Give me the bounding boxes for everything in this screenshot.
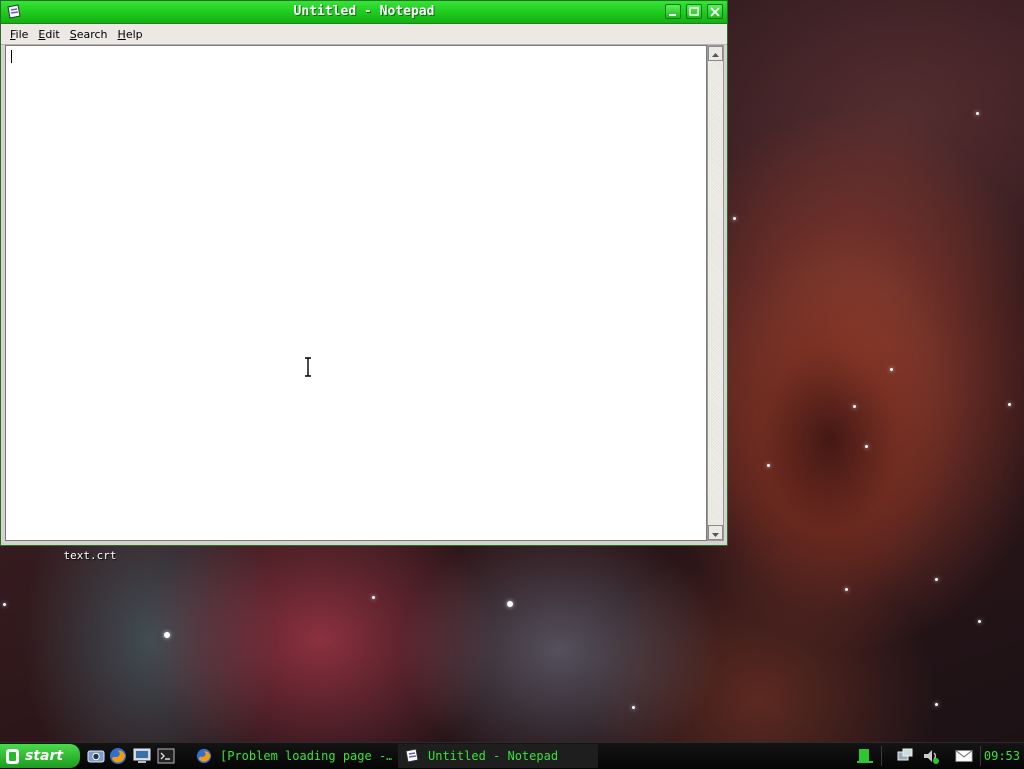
star <box>845 588 848 591</box>
text-editor-area[interactable] <box>5 45 707 541</box>
workspace-indicator-icon[interactable] <box>856 747 874 765</box>
firefox-icon <box>196 748 212 764</box>
title-bar[interactable]: Untitled - Notepad <box>1 1 727 24</box>
volume-icon[interactable] <box>922 747 940 765</box>
task-label: [Problem loading page -… <box>220 749 392 763</box>
minimize-button[interactable] <box>665 4 681 19</box>
vertical-scrollbar[interactable] <box>707 45 724 541</box>
close-button[interactable] <box>707 4 723 19</box>
star <box>767 464 770 467</box>
menu-file[interactable]: File <box>5 28 33 41</box>
star <box>632 706 635 709</box>
star <box>935 703 938 706</box>
screenshot-icon[interactable] <box>87 747 105 765</box>
maximize-button[interactable] <box>686 4 702 19</box>
desktop-icon-text-crt[interactable]: text.crt <box>50 544 130 562</box>
desktop-icon-label: text.crt <box>63 549 117 562</box>
menu-edit[interactable]: Edit <box>33 28 64 41</box>
tray-separator <box>881 746 882 766</box>
window-title: Untitled - Notepad <box>293 4 435 19</box>
task-notepad[interactable]: Untitled - Notepad <box>398 744 598 768</box>
computer-icon[interactable] <box>133 747 151 765</box>
star <box>3 603 6 606</box>
mail-icon[interactable] <box>955 747 973 765</box>
star <box>733 217 736 220</box>
star <box>890 368 893 371</box>
menu-search[interactable]: Search <box>65 28 113 41</box>
menu-bar: File Edit Search Help <box>1 24 727 45</box>
tray-separator <box>980 746 981 766</box>
close-icon <box>710 7 720 17</box>
notepad-window[interactable]: Untitled - Notepad File Edit Search Help <box>0 0 728 546</box>
taskbar: start [Problem loading page -… Untitled … <box>0 742 1024 769</box>
scroll-up-button[interactable] <box>708 46 723 61</box>
star <box>853 405 856 408</box>
notepad-icon <box>405 748 419 763</box>
task-firefox[interactable]: [Problem loading page -… <box>190 744 392 768</box>
scroll-down-button[interactable] <box>708 525 723 540</box>
star <box>865 445 868 448</box>
star <box>507 601 513 607</box>
text-caret <box>11 50 12 63</box>
firefox-icon[interactable] <box>109 747 127 765</box>
star <box>976 112 979 115</box>
star <box>372 596 375 599</box>
star <box>978 620 981 623</box>
star <box>1008 403 1011 406</box>
start-logo-icon <box>6 748 19 764</box>
maximize-icon <box>689 7 699 16</box>
task-label: Untitled - Notepad <box>428 749 559 763</box>
clock[interactable]: 09:53 <box>984 749 1020 763</box>
minimize-icon <box>669 14 676 16</box>
star <box>164 632 170 638</box>
arrow-down-icon <box>712 533 719 537</box>
network-icon[interactable] <box>896 747 914 765</box>
start-button[interactable]: start <box>0 744 80 768</box>
arrow-up-icon <box>712 53 719 57</box>
star <box>935 578 938 581</box>
menu-help[interactable]: Help <box>113 28 148 41</box>
terminal-icon[interactable] <box>157 747 175 765</box>
ibeam-cursor-icon <box>305 357 311 377</box>
start-label: start <box>25 748 64 764</box>
